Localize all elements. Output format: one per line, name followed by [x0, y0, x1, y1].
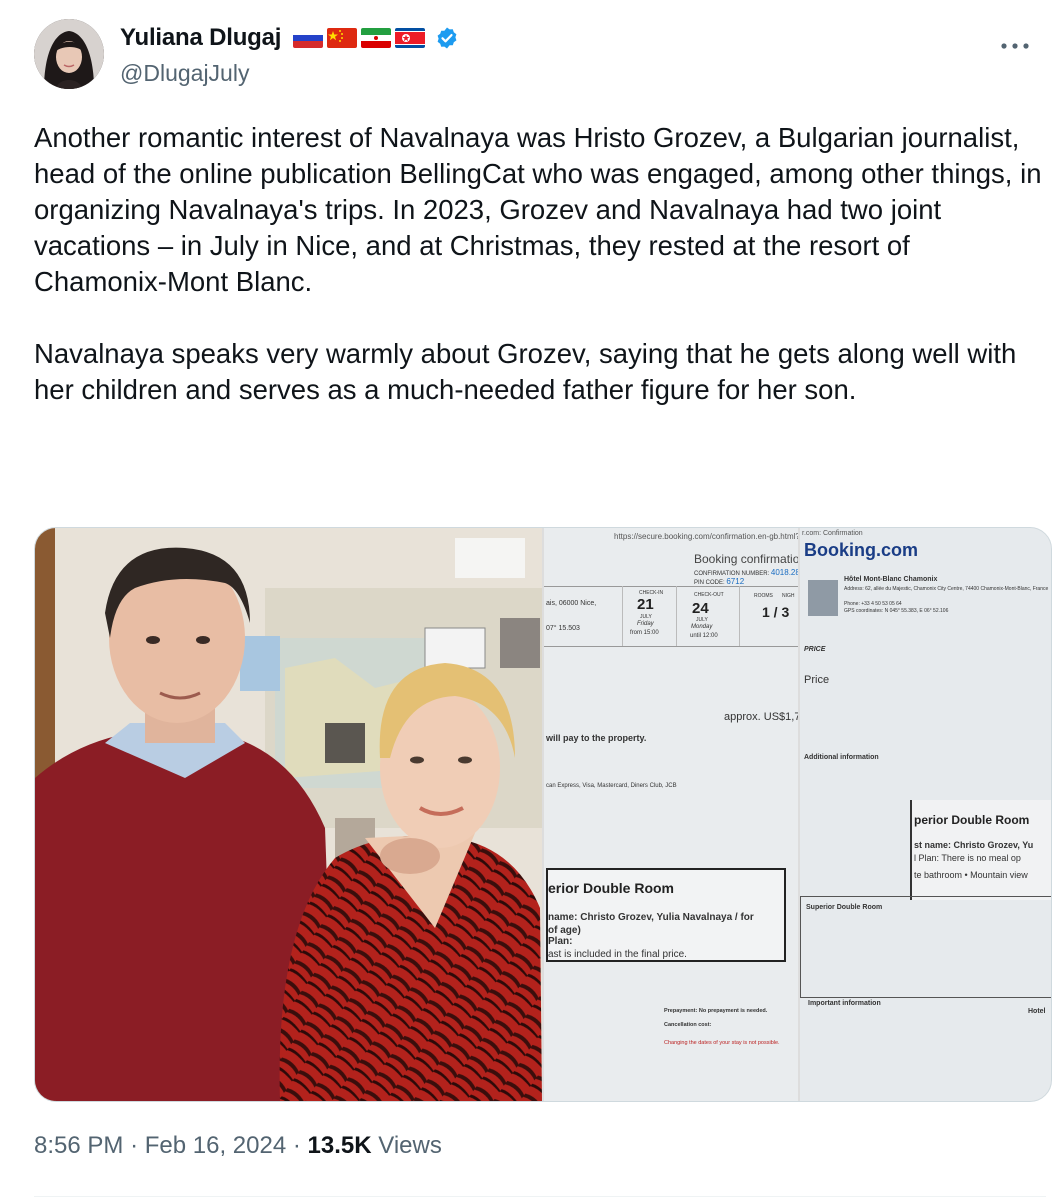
iran-flag-icon	[361, 28, 392, 48]
divider	[34, 1196, 1046, 1197]
doc1-checkout-time: until 12:00	[690, 633, 718, 639]
tweet-date[interactable]: Feb 16, 2024	[145, 1132, 286, 1159]
tweet-text: Another romantic interest of Navalnaya w…	[34, 120, 1044, 408]
doc1-title: Booking confirmation	[694, 552, 798, 566]
doc2-price-label: Price	[804, 674, 830, 686]
doc1-cards: can Express, Visa, Mastercard, Diners Cl…	[546, 783, 677, 789]
booking-confirmation-doc-chamonix[interactable]: r.com: Confirmation Booking.com Hôtel Mo…	[800, 528, 1051, 1101]
booking-logo: Booking.com	[804, 540, 919, 560]
photo-couple[interactable]	[35, 528, 542, 1101]
doc1-checkin-day: 21	[637, 596, 654, 613]
doc2-price-heading: PRICE	[804, 646, 826, 653]
doc2-important-info: Important information	[808, 1000, 881, 1007]
photo-image	[35, 528, 542, 1101]
author-name-row: Yuliana Dlugaj	[120, 24, 459, 52]
doc2-guest-name: st name: Christo Grozev, Yu	[914, 840, 1034, 850]
author-handle[interactable]: @DlugajJuly	[120, 60, 249, 87]
doc1-checkin-month: JULY	[640, 614, 652, 620]
doc1-guest-line: name: Christo Grozev, Yulia Navalnaya / …	[548, 912, 754, 923]
doc1-checkout-label: CHECK-OUT	[694, 592, 724, 598]
verified-badge-icon	[435, 26, 459, 50]
doc2-hotel: Hôtel Mont-Blanc Chamonix	[844, 576, 938, 583]
meta-separator-2: ·	[292, 1132, 301, 1159]
doc2-phone: Phone: +33 4 50 53 05 64	[844, 601, 902, 607]
doc1-url: https://secure.booking.com/confirmation.…	[614, 532, 798, 541]
doc1-cancellation: Cancellation cost:	[664, 1022, 712, 1028]
tweet-media[interactable]: https://secure.booking.com/confirmation.…	[34, 527, 1052, 1102]
doc2-small-room-title: Superior Double Room	[806, 904, 883, 911]
doc1-rooms-label: ROOMS	[754, 593, 773, 599]
doc2-room-title: perior Double Room	[914, 813, 1030, 827]
tweet-time[interactable]: 8:56 PM	[34, 1132, 123, 1159]
doc1-plan-label: Plan:	[548, 936, 573, 947]
doc2-address: Address: 62, allée du Majestic, Chamonix…	[844, 586, 1049, 592]
flag-emojis	[293, 28, 426, 48]
doc1-checkin-weekday: Friday	[637, 621, 654, 627]
doc1-nights-label: NIGH	[782, 593, 795, 599]
doc2-gps: GPS coordinates: N 045° 55.383, E 06° 52…	[844, 608, 949, 614]
doc1-prepayment: Prepayment: No prepayment is needed.	[664, 1008, 768, 1014]
avatar-image	[34, 19, 104, 89]
russia-flag-icon	[293, 28, 324, 48]
doc1-checkin-time: from 15:00	[630, 630, 659, 636]
tweet: Yuliana Dlugaj @DlugajJuly Another roman…	[0, 0, 1060, 1200]
doc1-plan-line: ast is included in the final price.	[548, 949, 687, 960]
doc1-conf-number: 4018.284	[770, 568, 798, 577]
doc1-room-title: erior Double Room	[548, 880, 675, 896]
meta-separator: ·	[130, 1132, 139, 1159]
doc1-divider	[544, 586, 798, 587]
author-display-name[interactable]: Yuliana Dlugaj	[120, 24, 281, 52]
doc2-additional-info: Additional information	[804, 754, 879, 761]
booking-confirmation-doc-nice[interactable]: https://secure.booking.com/confirmation.…	[544, 528, 798, 1101]
tweet-paragraph-2: Navalnaya speaks very warmly about Groze…	[34, 338, 1024, 405]
doc1-pin: 6712	[726, 577, 745, 586]
avatar[interactable]	[34, 19, 104, 89]
views-count: 13.5K	[307, 1132, 372, 1159]
doc1-price-approx: approx. US$1,78	[724, 711, 798, 723]
doc1-checkout-month: JULY	[696, 617, 708, 623]
views-label: Views	[378, 1132, 442, 1159]
doc1-guest-line2: of age)	[548, 925, 581, 936]
doc2-bathroom: te bathroom • Mountain view	[914, 870, 1028, 880]
doc1-checkout-day: 24	[692, 600, 709, 617]
more-options-icon[interactable]	[1000, 26, 1030, 57]
doc2-hotel-short: Hotel	[1028, 1008, 1046, 1015]
doc1-pay-line: will pay to the property.	[546, 733, 647, 743]
doc1-coords: 07° 15.503	[546, 625, 580, 632]
doc1-change-dates: Changing the dates of your stay is not p…	[664, 1040, 780, 1046]
doc2-url: r.com: Confirmation	[802, 530, 863, 537]
doc1-checkout-weekday: Monday	[691, 624, 713, 630]
doc1-rooms-nights: 1 / 3	[762, 604, 790, 620]
north-korea-flag-icon	[395, 28, 426, 48]
china-flag-icon	[327, 28, 358, 48]
tweet-meta: 8:56 PM · Feb 16, 2024 · 13.5K Views	[34, 1132, 442, 1160]
doc2-meal-plan: l Plan: There is no meal op	[914, 853, 1021, 863]
tweet-paragraph-1: Another romantic interest of Navalnaya w…	[34, 122, 1050, 297]
doc1-address: ais, 06000 Nice,	[546, 600, 597, 607]
hotel-thumbnail	[808, 580, 838, 616]
